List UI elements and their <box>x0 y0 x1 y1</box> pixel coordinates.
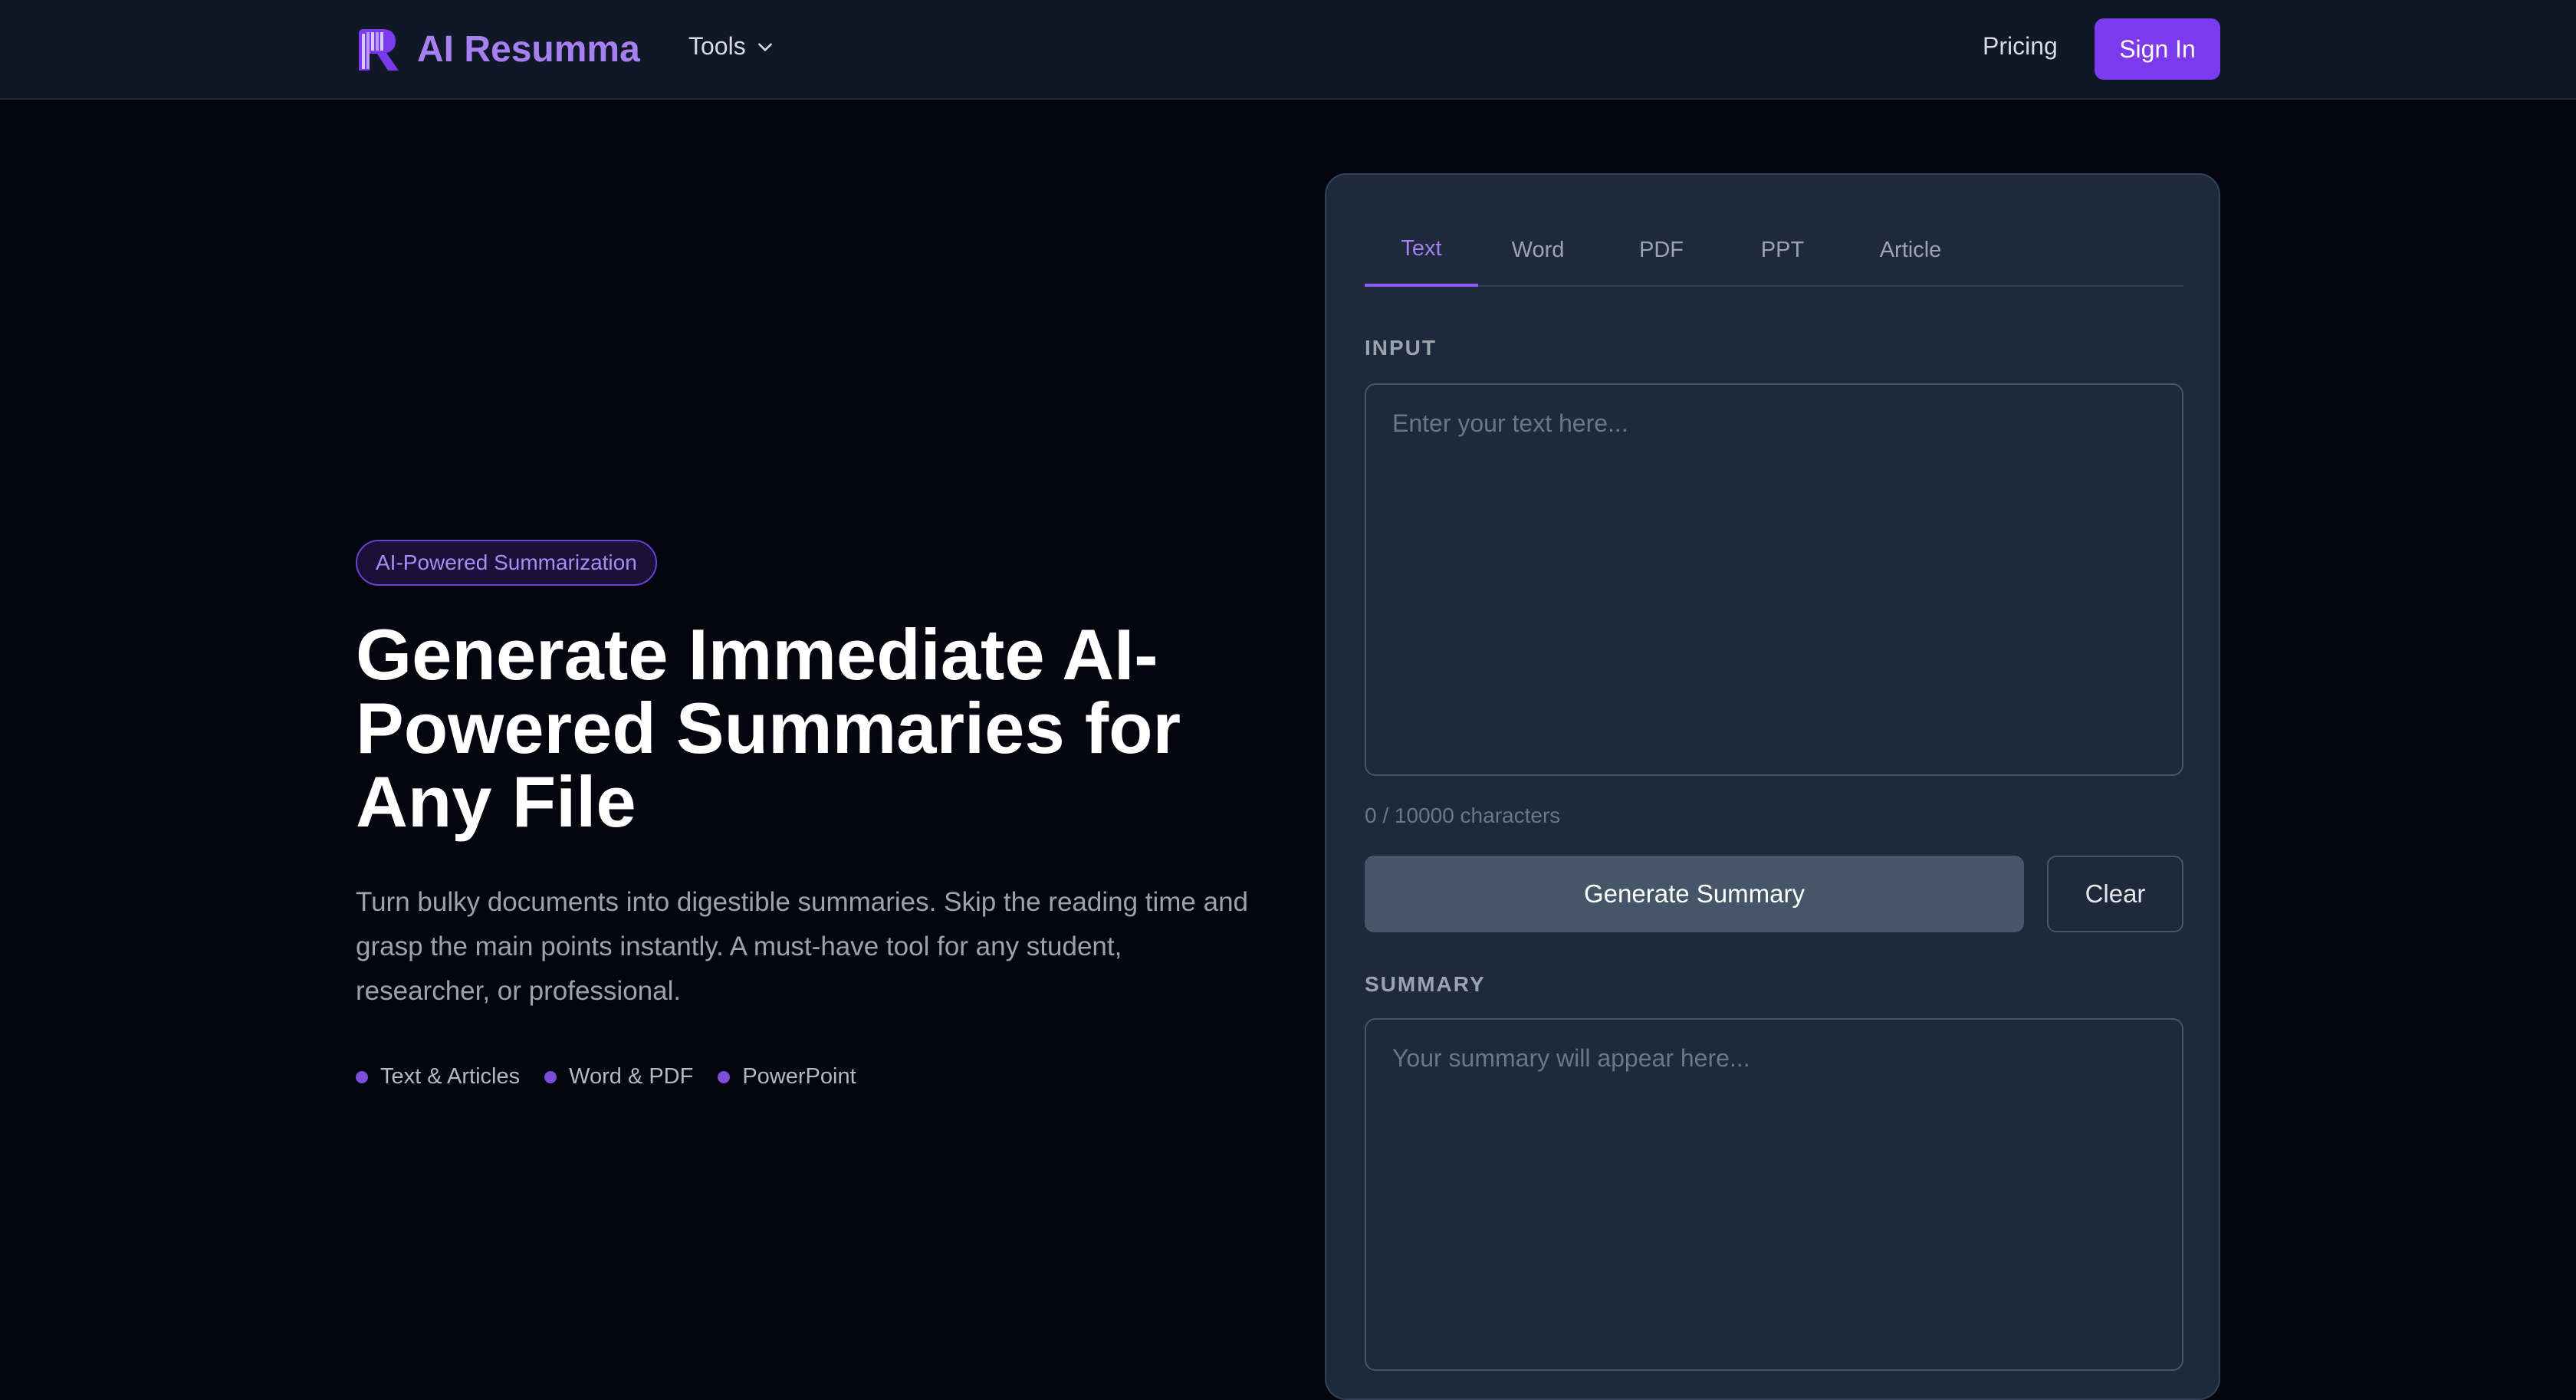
character-count: 0 / 10000 characters <box>1365 804 1561 827</box>
feature-label: Text & Articles <box>380 1064 521 1089</box>
tab-ppt[interactable]: PPT <box>1750 213 1815 287</box>
feature-label: PowerPoint <box>742 1064 856 1089</box>
hero-description: Turn bulky documents into digestible sum… <box>356 887 1249 1006</box>
sign-in-button[interactable]: Sign In <box>2095 18 2220 80</box>
input-textarea[interactable] <box>1365 383 2183 776</box>
brand-home-link[interactable]: AI Resumma <box>356 26 640 72</box>
feature-item: PowerPoint <box>718 1064 856 1089</box>
brand-name: AI Resumma <box>417 28 640 70</box>
generate-summary-button[interactable]: Generate Summary <box>1365 856 2024 932</box>
feature-label: Word & PDF <box>569 1064 694 1089</box>
bullet-dot-icon <box>718 1070 731 1083</box>
pricing-link[interactable]: Pricing <box>1983 32 2058 61</box>
bullet-dot-icon <box>356 1070 368 1083</box>
hero-badge: AI-Powered Summarization <box>356 540 657 586</box>
summary-section-label: SUMMARY <box>1365 972 1486 996</box>
tab-word[interactable]: Word <box>1497 213 1579 287</box>
top-nav: AI Resumma Tools Pricing Sign In <box>0 0 2576 100</box>
hero-title-line: Powered Summaries for <box>356 688 1181 768</box>
tab-pdf[interactable]: PDF <box>1628 213 1694 287</box>
bullet-dot-icon <box>544 1070 557 1083</box>
feature-item: Word & PDF <box>544 1064 693 1089</box>
summary-output[interactable] <box>1365 1018 2183 1371</box>
resumma-logo-icon <box>359 29 399 71</box>
feature-item: Text & Articles <box>356 1064 520 1089</box>
summarizer-panel: Text Word PDF PPT Article INPUT 0 / 1000… <box>1325 173 2220 1400</box>
tab-text[interactable]: Text <box>1365 213 1478 287</box>
hero-title: Generate Immediate AI- Powered Summaries… <box>356 618 1260 839</box>
feature-list: Text & Articles Word & PDF PowerPoint <box>356 1064 881 1089</box>
hero-title-line: Any File <box>356 761 636 842</box>
input-section-label: INPUT <box>1365 336 1437 360</box>
clear-button[interactable]: Clear <box>2047 856 2183 932</box>
hero-title-line: Generate Immediate AI- <box>356 614 1158 695</box>
tools-menu[interactable]: Tools <box>688 32 775 61</box>
chevron-down-icon <box>757 42 772 51</box>
tab-article[interactable]: Article <box>1869 213 1952 287</box>
source-tabs: Text Word PDF PPT Article <box>1365 213 2183 287</box>
tools-menu-label: Tools <box>688 32 746 60</box>
